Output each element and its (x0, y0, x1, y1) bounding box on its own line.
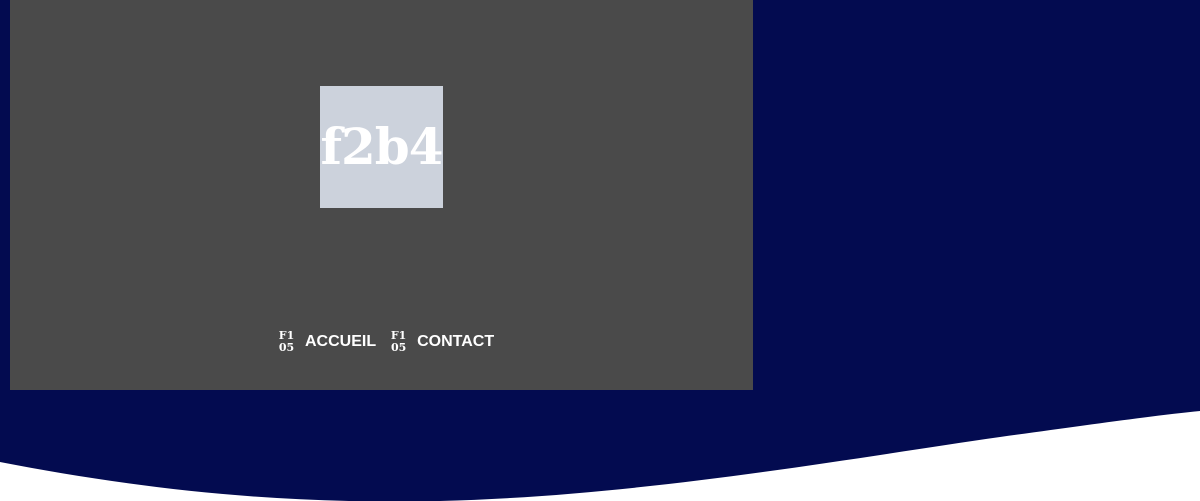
wave-shape (0, 411, 1200, 501)
missing-glyph-icon: F1 05 (278, 330, 295, 354)
page-background: f2b4 F1 05 ACCUEIL F1 05 CONTACT (0, 0, 1200, 501)
nav-link-contact[interactable]: F1 05 CONTACT (390, 327, 494, 357)
logo-glyph-text: f2b4 (320, 117, 443, 176)
logo-placeholder: f2b4 (320, 86, 444, 208)
nav-link-accueil[interactable]: F1 05 ACCUEIL (278, 327, 376, 357)
nav-label-contact: CONTACT (417, 333, 495, 350)
content-panel: f2b4 F1 05 ACCUEIL F1 05 CONTACT (10, 0, 753, 390)
missing-glyph-icon: F1 05 (390, 330, 407, 354)
glyph-code-bottom: 05 (278, 341, 295, 354)
bottom-nav: F1 05 ACCUEIL F1 05 CONTACT (278, 327, 500, 357)
glyph-code-bottom: 05 (390, 341, 407, 354)
nav-label-accueil: ACCUEIL (305, 333, 377, 350)
